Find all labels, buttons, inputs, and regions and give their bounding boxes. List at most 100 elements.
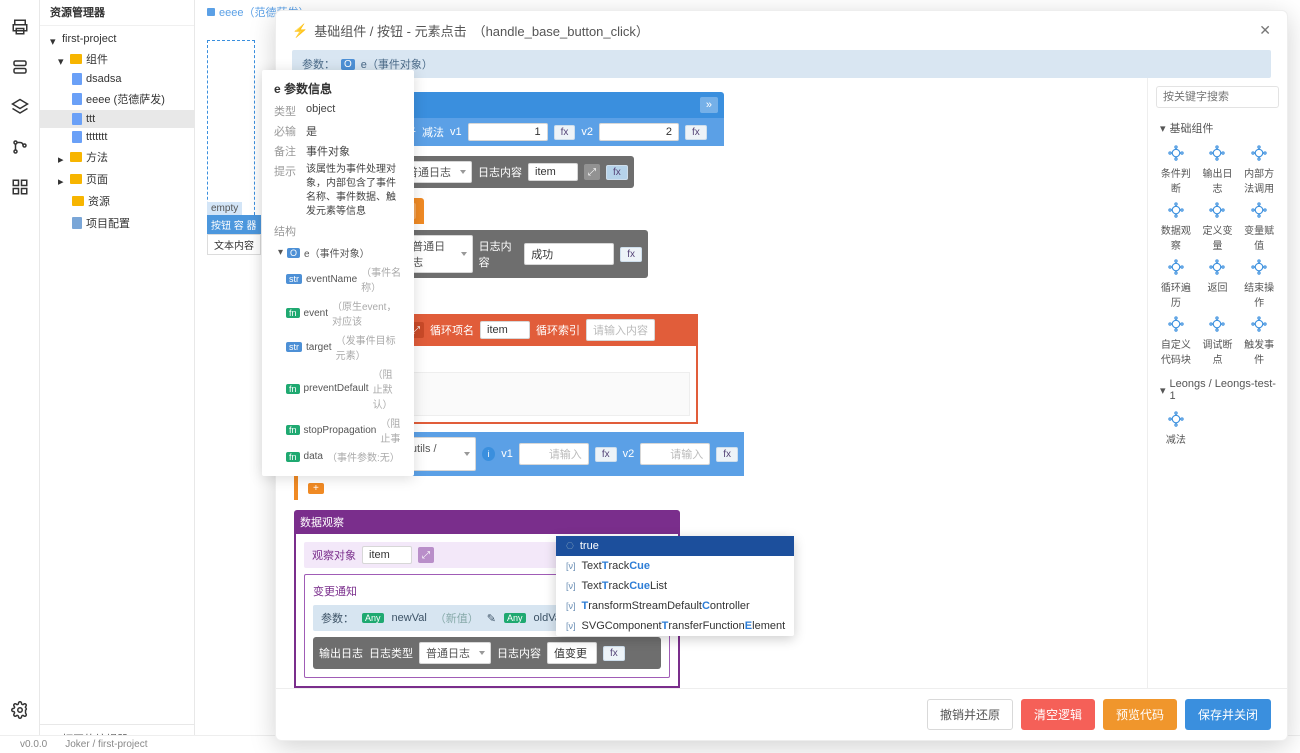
undo-button[interactable]: 撤销并还原 <box>927 699 1013 730</box>
add-branch-button[interactable]: + <box>308 483 324 494</box>
tree-methods[interactable]: ▸方法 <box>40 146 194 168</box>
log-content-input[interactable]: 值变更 <box>547 642 597 664</box>
log-content-input[interactable]: 成功 <box>524 243 614 265</box>
fx-button[interactable]: fx <box>595 447 617 462</box>
autocomplete-item[interactable]: ⎔true <box>556 536 794 556</box>
branch-icon[interactable] <box>11 138 29 156</box>
fx-button[interactable]: fx <box>685 125 707 140</box>
info-icon[interactable]: i <box>482 447 495 461</box>
log-content-input[interactable]: item <box>528 163 578 181</box>
autocomplete-item[interactable]: [ν]SVGComponentTransferFunctionElement <box>556 616 794 636</box>
printer-icon[interactable] <box>11 18 29 36</box>
v1-input[interactable]: 1 <box>468 123 548 141</box>
tree-config[interactable]: 项目配置 <box>40 212 194 234</box>
canvas-node[interactable]: empty 按钮 容 器 文本内容 <box>207 200 261 255</box>
tool-icon <box>1167 315 1185 333</box>
function-name: （handle_base_button_click） <box>473 21 649 40</box>
tool-icon <box>1167 258 1185 276</box>
autocomplete-item[interactable]: [ν]TextTrackCueList <box>556 576 794 596</box>
v2-input[interactable]: 2 <box>599 123 679 141</box>
section-title[interactable]: ▾Leongs / Leongs-test-1 <box>1160 378 1279 402</box>
version: v0.0.0 <box>20 739 47 750</box>
var-badge: [ν] <box>566 581 576 591</box>
breadcrumb: 基础组件 / 按钮 - 元素点击 <box>314 21 466 40</box>
tree-components[interactable]: ▾组件 <box>40 48 194 70</box>
tree-item[interactable]: dsadsa <box>40 70 194 88</box>
keyword-badge: ⎔ <box>566 541 574 552</box>
tool-item[interactable]: 变量赋值 <box>1239 201 1279 252</box>
fx-button[interactable]: fx <box>620 247 642 262</box>
edit-icon[interactable]: ✎ <box>487 612 496 625</box>
fx-button[interactable]: fx <box>603 646 625 661</box>
chevron-down-icon: ▾ <box>50 35 58 43</box>
tree-pages[interactable]: ▸页面 <box>40 168 194 190</box>
tool-item[interactable]: 条件判断 <box>1156 144 1196 195</box>
tool-item[interactable]: 触发事件 <box>1239 315 1279 366</box>
struct-item[interactable]: fnstopPropagation（阻止事 <box>274 413 402 447</box>
tree-item[interactable]: ttttttt <box>40 128 194 146</box>
v2-input[interactable]: 请输入 <box>640 443 710 465</box>
modal-footer: 撤销并还原 清空逻辑 预览代码 保存并关闭 <box>276 688 1287 740</box>
file-icon <box>207 8 215 16</box>
tool-icon <box>1250 315 1268 333</box>
log-type-select[interactable]: 普通日志 <box>419 642 491 664</box>
database-icon[interactable] <box>11 58 29 76</box>
folder-icon <box>70 152 82 162</box>
struct-root[interactable]: ▾Oe（事件对象） <box>274 243 402 262</box>
chevron-down-icon: ▾ <box>58 55 66 63</box>
tool-item[interactable]: 输出日志 <box>1198 144 1238 195</box>
close-button[interactable]: ✕ <box>1259 22 1271 39</box>
autocomplete-item[interactable]: [ν]TextTrackCue <box>556 556 794 576</box>
log-block[interactable]: 输出日志 日志类型 普通日志 日志内容 值变更 fx <box>313 637 661 669</box>
fx-button[interactable]: fx <box>606 165 628 180</box>
tree-project[interactable]: ▾first-project <box>40 30 194 48</box>
preview-button[interactable]: 预览代码 <box>1103 699 1177 730</box>
var-badge: [ν] <box>566 621 576 631</box>
expand-button[interactable]: ⤢ <box>584 164 600 180</box>
tool-item[interactable]: 自定义代码块 <box>1156 315 1196 366</box>
tool-item[interactable]: 定义变量 <box>1198 201 1238 252</box>
fx-button[interactable]: fx <box>716 447 738 462</box>
log-type-select[interactable]: 普通日志 <box>405 235 473 273</box>
fx-button[interactable]: fx <box>554 125 576 140</box>
tool-item[interactable]: 数据观察 <box>1156 201 1196 252</box>
struct-item[interactable]: fnevent（原生event，对应该 <box>274 296 402 330</box>
section-title[interactable]: ▾基础组件 <box>1160 120 1279 136</box>
tool-item[interactable]: 返回 <box>1198 258 1238 309</box>
tool-item[interactable]: 结束操作 <box>1239 258 1279 309</box>
node-badge: empty <box>207 202 242 215</box>
tool-icon <box>1250 258 1268 276</box>
search-input[interactable] <box>1156 86 1279 108</box>
struct-item[interactable]: fndata（事件参数:无） <box>274 447 402 466</box>
any-badge: Any <box>362 613 384 623</box>
tree-resources[interactable]: 资源 <box>40 190 194 212</box>
loop-item-input[interactable]: item <box>480 321 530 339</box>
tool-item[interactable]: 循环遍历 <box>1156 258 1196 309</box>
autocomplete-item[interactable]: [ν]TransformStreamDefaultController <box>556 596 794 616</box>
v1-input[interactable]: 请输入 <box>519 443 589 465</box>
activity-bar <box>0 0 40 753</box>
file-icon <box>72 113 82 125</box>
struct-item[interactable]: strtarget（发事件目标元素） <box>274 330 402 364</box>
file-icon <box>72 73 82 85</box>
struct-item[interactable]: fnpreventDefault（阻止默认） <box>274 364 402 413</box>
settings-icon[interactable] <box>11 701 29 719</box>
save-button[interactable]: 保存并关闭 <box>1185 699 1271 730</box>
modal-header: ⚡ 基础组件 / 按钮 - 元素点击 （handle_base_button_c… <box>276 11 1287 50</box>
layers-icon[interactable] <box>11 98 29 116</box>
folder-icon <box>72 196 84 206</box>
tool-item[interactable]: 减法 <box>1156 410 1196 446</box>
struct-item[interactable]: streventName（事件名称） <box>274 262 402 296</box>
clear-button[interactable]: 清空逻辑 <box>1021 699 1095 730</box>
expand-button[interactable]: ⤢ <box>418 547 434 563</box>
tree-item-selected[interactable]: ttt <box>40 110 194 128</box>
tree-item[interactable]: eeee (范德萨发) <box>40 88 194 110</box>
tool-item[interactable]: 调试断点 <box>1198 315 1238 366</box>
watch-target-input[interactable]: item <box>362 546 412 564</box>
tool-item[interactable]: 内部方法调用 <box>1239 144 1279 195</box>
loop-index-input[interactable]: 请输入内容 <box>586 319 655 341</box>
apps-icon[interactable] <box>11 178 29 196</box>
file-icon <box>72 93 82 105</box>
object-badge: O <box>287 248 300 258</box>
collapse-button[interactable]: » <box>700 97 718 113</box>
